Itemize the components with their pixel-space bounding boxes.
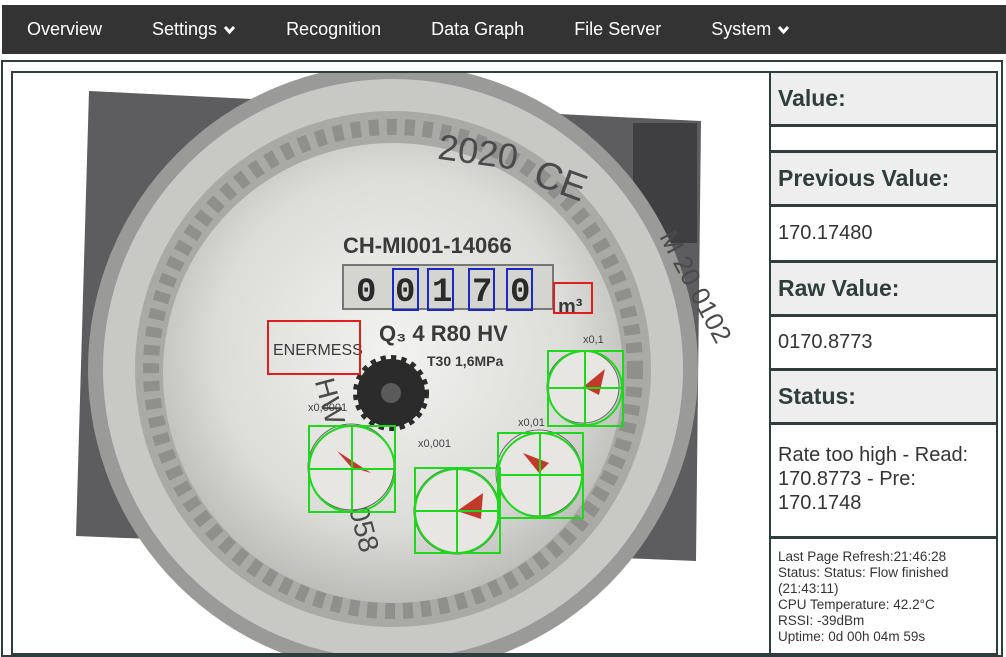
nav-overview[interactable]: Overview <box>2 5 127 54</box>
previous-value-header: Previous Value: <box>771 153 996 207</box>
uptime-text: Uptime: 0d 00h 04m 59s <box>778 629 926 644</box>
previous-value-text: 170.17480 <box>778 222 873 244</box>
counter-digit-5: 0 <box>510 274 530 312</box>
status-text: Rate too high - Read: 170.8773 - Pre: 17… <box>778 444 969 514</box>
counter-digit-1: 0 <box>356 274 376 312</box>
dial-label-3: x0,001 <box>418 438 451 450</box>
previous-value-cell: 170.17480 <box>771 207 996 263</box>
nav-settings-label: Settings <box>152 19 218 39</box>
navbar: Overview Settings Recognition Data Graph… <box>2 5 1006 54</box>
raw-value-label: Raw Value: <box>778 275 900 301</box>
dial-label-1: x0,1 <box>583 334 604 346</box>
flow-status-time: (21:43:11) <box>778 581 839 596</box>
meter-unit: m³ <box>558 296 583 318</box>
status-label: Status: <box>778 383 856 409</box>
meter-spec: Q₃ 4 R80 HV <box>379 321 508 346</box>
raw-value-text: 0170.8773 <box>778 331 873 353</box>
chevron-down-icon <box>778 25 790 34</box>
nav-overview-label: Overview <box>27 19 103 39</box>
meter-model: CH-MI001-14066 <box>343 233 512 258</box>
system-info: Last Page Refresh:21:46:28 Status: Statu… <box>771 539 996 653</box>
nav-system-label: System <box>711 19 772 39</box>
value-header: Value: <box>771 73 996 127</box>
meter-image-panel: 2020 CE M 20 0102 HW 20202058 CH-MI001-1… <box>11 71 771 655</box>
dial-label-4: x0,0001 <box>308 402 347 414</box>
counter-digit-3: 1 <box>432 274 452 312</box>
cpu-temperature-text: CPU Temperature: 42.2°C <box>778 597 935 612</box>
counter-digit-4: 7 <box>472 274 492 312</box>
nav-system[interactable]: System <box>686 5 815 54</box>
counter-digit-2: 0 <box>395 274 415 312</box>
raw-value-header: Raw Value: <box>771 263 996 317</box>
meter-brand: ENERMESS <box>273 342 363 359</box>
nav-data-graph[interactable]: Data Graph <box>406 5 549 54</box>
status-cell: Rate too high - Read: 170.8773 - Pre: 17… <box>771 425 996 539</box>
value-cell <box>771 127 996 153</box>
nav-settings[interactable]: Settings <box>127 5 261 54</box>
nav-recognition-label: Recognition <box>286 19 382 39</box>
meter-pressure: T30 1,6MPa <box>427 353 503 369</box>
nav-file-server[interactable]: File Server <box>549 5 686 54</box>
chevron-down-icon <box>223 25 236 34</box>
meter-image: 2020 CE M 20 0102 HW 20202058 CH-MI001-1… <box>76 73 738 653</box>
nav-recognition[interactable]: Recognition <box>261 5 406 54</box>
value-label: Value: <box>778 85 846 111</box>
status-header: Status: <box>771 371 996 425</box>
nav-file-server-label: File Server <box>574 19 662 39</box>
flow-status-text: Status: Status: Flow finished <box>778 565 949 580</box>
value-panel: Value: Previous Value: 170.17480 Raw Val… <box>769 71 998 655</box>
dial-label-2: x0,01 <box>518 417 545 429</box>
last-refresh-text: Last Page Refresh:21:46:28 <box>778 549 947 564</box>
previous-value-label: Previous Value: <box>778 165 950 191</box>
raw-value-cell: 0170.8773 <box>771 317 996 371</box>
nav-data-graph-label: Data Graph <box>431 19 525 39</box>
rssi-text: RSSI: -39dBm <box>778 613 865 628</box>
